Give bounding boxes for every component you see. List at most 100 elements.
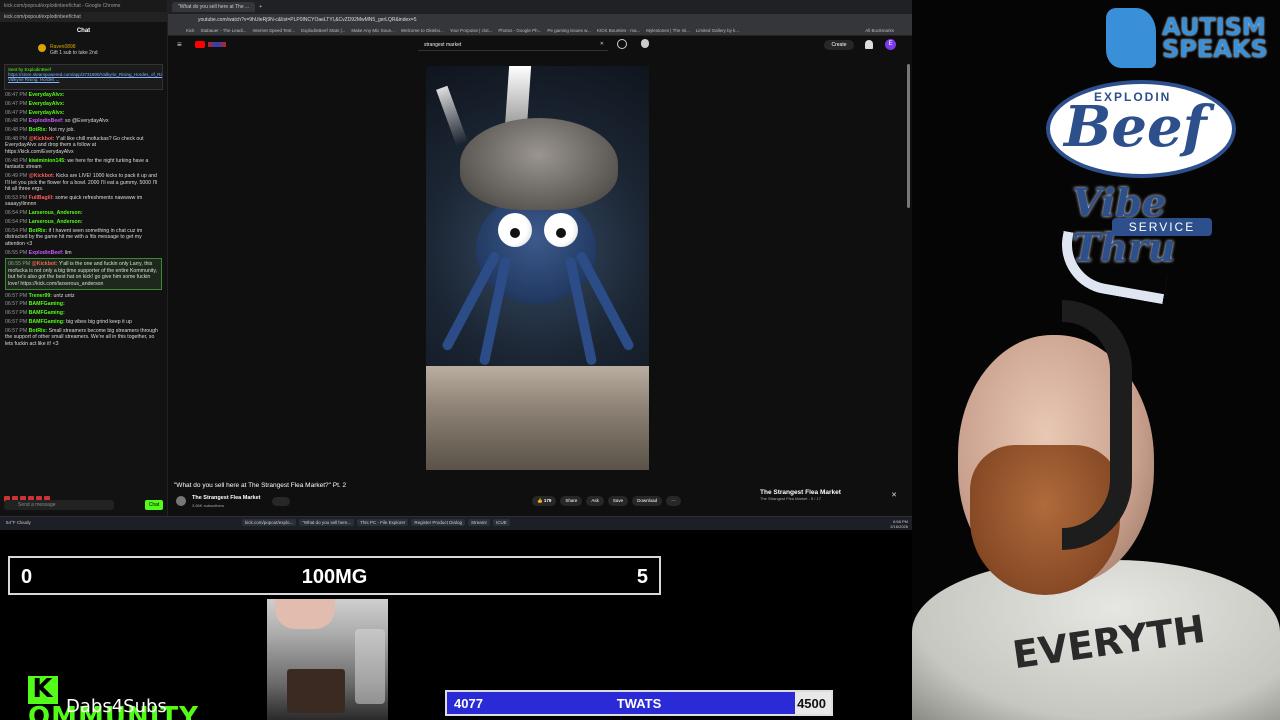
search-input[interactable]: strangest market ✕ — [418, 39, 608, 51]
chat-message: 06:57 PM BAMFGaming: — [5, 310, 162, 317]
all-bookmarks[interactable]: All Bookmarks — [865, 28, 894, 33]
chat-username[interactable]: BotRix: — [29, 228, 47, 234]
playlist-panel[interactable]: The Strangest Flea Market The Strangest … — [760, 489, 900, 513]
chat-input[interactable]: Send a message — [4, 500, 114, 510]
taskbar-app[interactable]: kick.com/popout/explo... — [242, 519, 297, 526]
taskbar-app[interactable]: "What do you sell here... — [299, 519, 355, 526]
creature-eye — [544, 213, 578, 247]
taskbar-app[interactable]: ICUE — [492, 519, 510, 526]
bookmark-item[interactable]: Kick — [186, 28, 195, 33]
chat-timestamp: 06:54 PM — [5, 210, 28, 217]
chat-username[interactable]: Larserous_Anderson: — [29, 219, 83, 225]
chat-username[interactable]: ExplodinBeef: — [29, 250, 64, 256]
video-title: "What do you sell here at The Strangest … — [174, 482, 347, 489]
bookmark-item[interactable]: KICK Bounties - ma... — [597, 28, 640, 33]
bookmark-item[interactable]: ExplodinBeef Stats |... — [301, 28, 345, 33]
weather-widget[interactable]: 54°F Cloudy — [6, 520, 31, 525]
chat-username[interactable]: Trener99: — [29, 293, 52, 299]
chat-username[interactable]: FullBagill: — [29, 195, 54, 201]
chat-username[interactable]: @Kickbot: — [29, 136, 55, 142]
bookmark-item[interactable]: Make Any Mic Soun... — [351, 28, 395, 33]
address-bar[interactable]: youtube.com/watch?v=9hUteRj9N-c&list=PLP… — [168, 14, 912, 26]
bookmark-item[interactable]: Your Porpoise | clot... — [450, 28, 493, 33]
bookmark-item[interactable]: Stabauer - The Leadi... — [201, 28, 247, 33]
clock[interactable]: 6:58 PM 2/16/2026 — [890, 519, 908, 529]
chat-username[interactable]: Larserous_Anderson: — [29, 210, 83, 216]
bookmark-item[interactable]: Photos - Google Ph... — [498, 28, 541, 33]
taskbar-app[interactable]: Streamr — [467, 519, 490, 526]
create-button[interactable]: Create — [824, 40, 854, 50]
share-button[interactable]: Share — [560, 496, 583, 506]
chat-username[interactable]: EverydayAlvx: — [29, 92, 65, 98]
mic-icon[interactable] — [641, 39, 649, 48]
chat-text: lim — [65, 249, 72, 256]
beef-main-text: Beef — [1064, 94, 1207, 160]
pinned-link[interactable]: https://store.steampowered.com/app/37318… — [8, 72, 162, 82]
chat-message: 06:54 PM BotRix: if I havent seen someth… — [5, 228, 162, 248]
download-button[interactable]: Download — [632, 496, 663, 506]
scrollbar[interactable] — [907, 64, 910, 208]
creature-eye — [498, 213, 532, 247]
chat-message: 06:57 PM BAMFGaming: big vibes big grind… — [5, 319, 162, 326]
playlist-title: The Strangest Flea Market — [760, 489, 841, 496]
glass-rig — [355, 629, 385, 704]
country-flag-icon — [208, 42, 226, 47]
clear-search-icon[interactable]: ✕ — [600, 41, 604, 47]
chat-username[interactable]: EverydayAlvx: — [29, 101, 65, 107]
chat-username[interactable]: ExplodinBeef: — [29, 118, 64, 124]
taskbar-app[interactable]: This PC - File Explorer — [357, 519, 409, 526]
new-tab-icon[interactable]: + — [259, 4, 262, 10]
chat-header: Chat — [76, 28, 91, 34]
gift-banner[interactable]: Raven0898 Gift 1 sub to take 2nd — [0, 40, 167, 60]
close-icon[interactable]: ✕ — [891, 491, 897, 499]
subscribe-bell-button[interactable] — [272, 497, 290, 506]
chat-send-button[interactable]: Chat — [145, 500, 163, 510]
youtube-header: ≡ strangest market ✕ Create E — [168, 36, 912, 54]
bookmark-item[interactable]: Mylestones | The Isl... — [646, 28, 690, 33]
chat-timestamp: 06:55 PM — [5, 249, 28, 256]
chat-message: 06:47 PM EverydayAlvx: — [5, 110, 162, 117]
counter-center: 100MG — [301, 566, 368, 588]
video-player[interactable] — [426, 66, 649, 470]
bookmark-item[interactable]: Limited Gallery by k... — [696, 28, 739, 33]
youtube-logo-icon[interactable] — [195, 41, 205, 48]
chat-message: 06:48 PM kiwiminion145: we here for the … — [5, 158, 162, 171]
bookmark-item[interactable]: Pe gaming issues w... — [547, 28, 591, 33]
chat-username[interactable]: @Kickbot: — [32, 261, 58, 267]
chat-username[interactable]: BotRix: — [29, 328, 47, 334]
chat-username[interactable]: BAMFGaming: — [29, 310, 65, 316]
chat-timestamp: 06:47 PM — [5, 109, 28, 116]
chat-username[interactable]: BotRix: — [29, 127, 47, 133]
chat-timestamp: 06:54 PM — [5, 227, 28, 234]
more-icon[interactable]: ⋯ — [666, 496, 681, 506]
chat-timestamp: 06:48 PM — [5, 127, 28, 134]
chat-username[interactable]: EverydayAlvx: — [29, 110, 65, 116]
channel-avatar[interactable] — [176, 496, 186, 506]
taskbar-app[interactable]: Register Product Dialog — [411, 519, 465, 526]
video-actions: 👍 179 Share Ask Save Download ⋯ — [532, 496, 681, 506]
chat-message: 06:54 PM Larserous_Anderson: — [5, 210, 162, 217]
bookmarks-bar: Kick Stabauer - The Leadi... Internet Spee… — [168, 26, 912, 36]
like-button[interactable]: 👍 179 — [532, 496, 557, 506]
ask-button[interactable]: Ask — [586, 496, 604, 506]
save-button[interactable]: Save — [607, 496, 629, 506]
bookmark-item[interactable]: Welcome to Okiebo... — [401, 28, 444, 33]
chat-username[interactable]: @Kickbot: — [29, 173, 55, 179]
notifications-bell-icon[interactable] — [865, 40, 873, 49]
bookmark-item[interactable]: Internet Speed Test... — [252, 28, 295, 33]
chat-message: 06:57 PM Trener99: untz untz — [5, 293, 162, 300]
chat-timestamp: 06:49 PM — [5, 173, 28, 180]
chat-url-bar[interactable]: kick.com/popout/explodinbeef/chat — [0, 12, 167, 22]
emote-bar[interactable] — [4, 489, 104, 502]
chat-username[interactable]: BAMFGaming: — [29, 319, 65, 325]
chat-timestamp: 06:57 PM — [5, 301, 28, 308]
search-icon[interactable] — [617, 39, 627, 49]
chat-timestamp: 06:57 PM — [5, 292, 28, 299]
pinned-message[interactable]: Sent by ExplodinBeef https://store.steam… — [4, 64, 163, 90]
tab-youtube[interactable]: "What do you sell here at The ... — [172, 2, 256, 12]
account-avatar[interactable]: E — [885, 39, 896, 50]
menu-icon[interactable]: ≡ — [177, 40, 182, 49]
chat-username[interactable]: BAMFGaming: — [29, 301, 65, 307]
channel-name[interactable]: The Strangest Flea Market — [192, 495, 260, 501]
chat-username[interactable]: kiwiminion145: — [29, 158, 66, 164]
